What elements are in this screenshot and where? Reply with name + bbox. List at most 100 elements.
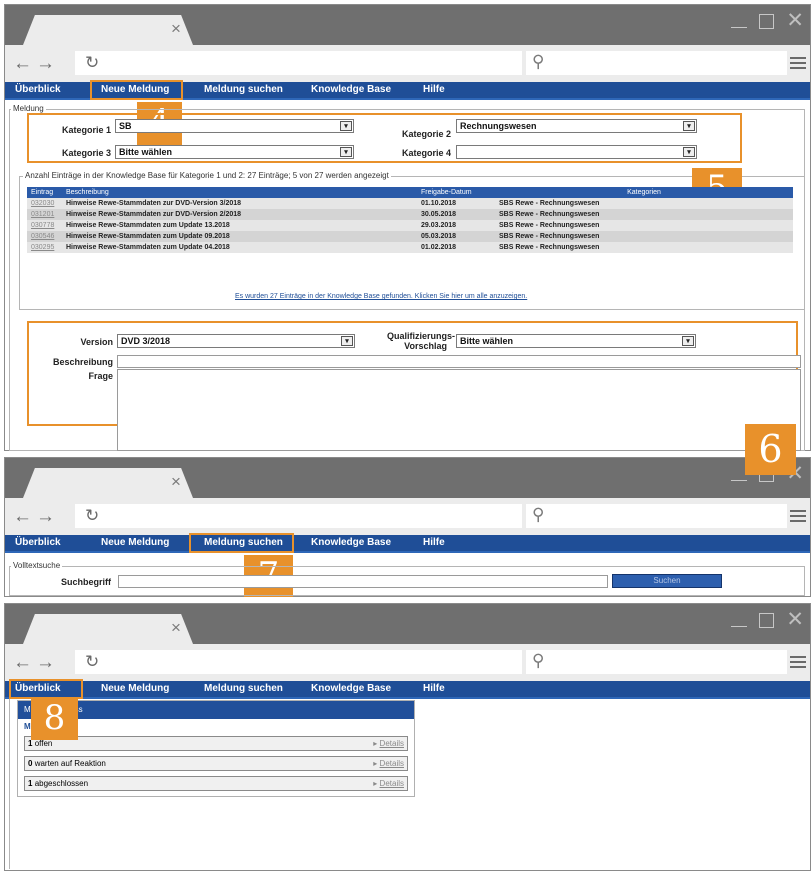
details-link[interactable]: ▸ Details [373,759,404,768]
reload-icon[interactable]: ↻ [85,506,99,526]
entry-category: SBS Rewe - Rechnungswesen [495,220,793,231]
chevron-down-icon: ▾ [340,147,352,157]
minimize-icon[interactable] [731,610,748,627]
title-bar: × ✕ [5,458,810,498]
kategorie-1-value: SB [119,121,132,131]
nav-ueberblick[interactable]: Überblick [15,84,61,95]
address-bar: ←→ ↻ ⚲ [5,45,810,82]
details-label[interactable]: Details [380,779,404,788]
kategorie-4-select[interactable]: ▾ [456,145,697,159]
nav-meldung-suchen[interactable]: Meldung suchen [204,84,283,95]
kategorie-1-select[interactable]: SB ▾ [115,119,354,133]
version-label: Version [80,337,113,347]
panel-title-start: M [24,705,31,714]
browser-search-input[interactable]: ⚲ [526,504,787,528]
kategorie-2-select[interactable]: Rechnungswesen ▾ [456,119,697,133]
nav-neue-meldung[interactable]: Neue Meldung [101,683,169,694]
details-label[interactable]: Details [380,759,404,768]
nav-ueberblick[interactable]: Überblick [15,537,61,548]
highlight-ueberblick [9,679,83,699]
qualifizierung-value: Bitte wählen [460,336,514,346]
entry-id-link[interactable]: 031201 [27,209,62,220]
table-row[interactable]: 032030 Hinweise Rewe-Stammdaten zur DVD-… [27,198,793,209]
window-controls: ✕ [731,10,804,31]
table-row[interactable]: 030546 Hinweise Rewe-Stammdaten zum Upda… [27,231,793,242]
entry-date: 01.10.2018 [417,198,495,209]
maximize-icon[interactable] [759,613,775,628]
browser-search-input[interactable]: ⚲ [526,650,787,674]
count-value: 1 [28,779,33,788]
tab-close-icon[interactable]: × [171,472,181,492]
nav-hilfe[interactable]: Hilfe [423,683,445,694]
entry-description: Hinweise Rewe-Stammdaten zur DVD-Version… [62,209,417,220]
close-window-icon[interactable]: ✕ [786,10,804,31]
kb-table-header: Eintrag Beschreibung Freigabe-Datum Kate… [27,187,793,198]
kategorie-1-label: Kategorie 1 [61,125,111,135]
version-select[interactable]: DVD 3/2018 ▾ [117,334,355,348]
back-forward-icon[interactable]: ←→ [13,652,59,674]
url-input[interactable] [75,650,522,674]
url-input[interactable] [75,51,522,75]
maximize-icon[interactable] [759,14,775,29]
entry-id-link[interactable]: 030546 [27,231,62,242]
close-window-icon[interactable]: ✕ [786,609,804,630]
nav-knowledge-base[interactable]: Knowledge Base [311,683,391,694]
minimize-icon[interactable] [731,11,748,28]
col-beschreibung: Beschreibung [62,187,417,198]
entry-id-link[interactable]: 030295 [27,242,62,253]
status-text: warten auf Reaktion [34,759,106,768]
browser-tab[interactable]: × [23,15,193,45]
window-controls: ✕ [731,609,804,630]
reload-icon[interactable]: ↻ [85,53,99,73]
beschreibung-input[interactable] [117,355,801,368]
chevron-down-icon: ▾ [683,121,695,131]
browser-tab[interactable]: × [23,614,193,644]
entry-description: Hinweise Rewe-Stammdaten zum Update 13.2… [62,220,417,231]
search-icon: ⚲ [532,651,545,670]
show-all-kb-link[interactable]: Es wurden 27 Einträge in der Knowledge B… [235,293,527,300]
entry-description: Hinweise Rewe-Stammdaten zum Update 09.2… [62,231,417,242]
nav-hilfe[interactable]: Hilfe [423,84,445,95]
tab-close-icon[interactable]: × [171,618,181,638]
browser-window-search: × ✕ ←→ ↻ ⚲ Überblick Neue Meldung Meldun… [4,457,811,597]
details-link[interactable]: ▸ Details [373,779,404,788]
nav-hilfe[interactable]: Hilfe [423,537,445,548]
search-icon: ⚲ [532,505,545,524]
nav-neue-meldung[interactable]: Neue Meldung [101,537,169,548]
qualifizierung-label-2: Vorschlag [404,341,447,351]
meldung-legend: Meldung [11,104,46,113]
hamburger-menu-icon[interactable] [790,656,806,668]
status-row-offen: 1 offen ▸ Details [24,736,408,751]
details-link[interactable]: ▸ Details [373,739,404,748]
nav-meldung-suchen[interactable]: Meldung suchen [204,683,283,694]
kategorie-2-label: Kategorie 2 [401,129,451,139]
entry-date: 01.02.2018 [417,242,495,253]
table-row[interactable]: 030295 Hinweise Rewe-Stammdaten zum Upda… [27,242,793,253]
tab-close-icon[interactable]: × [171,19,181,39]
back-forward-icon[interactable]: ←→ [13,506,59,528]
app-nav: Überblick Neue Meldung Meldung suchen Kn… [5,535,810,553]
kategorie-3-select[interactable]: Bitte wählen ▾ [115,145,354,159]
col-eintrag: Eintrag [27,187,62,198]
table-row[interactable]: 030778 Hinweise Rewe-Stammdaten zum Upda… [27,220,793,231]
suchbegriff-input[interactable] [118,575,608,588]
entry-id-link[interactable]: 032030 [27,198,62,209]
nav-knowledge-base[interactable]: Knowledge Base [311,537,391,548]
kategorie-2-value: Rechnungswesen [460,121,537,131]
entry-id-link[interactable]: 030778 [27,220,62,231]
table-row[interactable]: 031201 Hinweise Rewe-Stammdaten zur DVD-… [27,209,793,220]
qualifizierung-select[interactable]: Bitte wählen ▾ [456,334,696,348]
hamburger-menu-icon[interactable] [790,57,806,69]
back-forward-icon[interactable]: ←→ [13,53,59,75]
nav-knowledge-base[interactable]: Knowledge Base [311,84,391,95]
app-nav: Überblick Neue Meldung Meldung suchen Kn… [5,681,810,699]
reload-icon[interactable]: ↻ [85,652,99,672]
url-input[interactable] [75,504,522,528]
browser-tab[interactable]: × [23,468,193,498]
suchen-button[interactable]: Suchen [612,574,722,588]
version-value: DVD 3/2018 [121,336,171,346]
hamburger-menu-icon[interactable] [790,510,806,522]
frage-textarea[interactable] [117,369,801,451]
browser-search-input[interactable]: ⚲ [526,51,787,75]
details-label[interactable]: Details [380,739,404,748]
